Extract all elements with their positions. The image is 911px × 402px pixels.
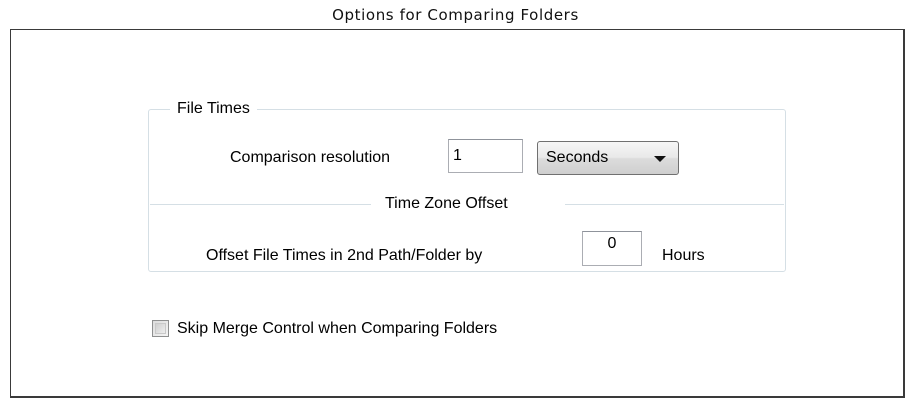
comparison-resolution-input[interactable] bbox=[448, 139, 523, 173]
tz-separator-right bbox=[565, 204, 784, 205]
offset-hours-unit-label: Hours bbox=[662, 247, 705, 264]
file-times-group-label: File Times bbox=[170, 99, 257, 119]
time-zone-offset-label: Time Zone Offset bbox=[385, 195, 508, 212]
chevron-down-icon bbox=[654, 156, 666, 162]
dialog-caption: Options for Comparing Folders bbox=[332, 6, 579, 24]
resolution-unit-selected: Seconds bbox=[546, 149, 609, 166]
comparison-resolution-label: Comparison resolution bbox=[230, 149, 391, 166]
offset-file-times-label: Offset File Times in 2nd Path/Folder by bbox=[206, 247, 483, 264]
resolution-unit-dropdown[interactable]: Seconds bbox=[537, 141, 679, 175]
tz-separator-left bbox=[150, 204, 371, 205]
skip-merge-control-label[interactable]: Skip Merge Control when Comparing Folder… bbox=[177, 319, 497, 339]
offset-hours-input[interactable] bbox=[582, 231, 642, 266]
skip-merge-control-checkbox[interactable] bbox=[152, 320, 169, 337]
